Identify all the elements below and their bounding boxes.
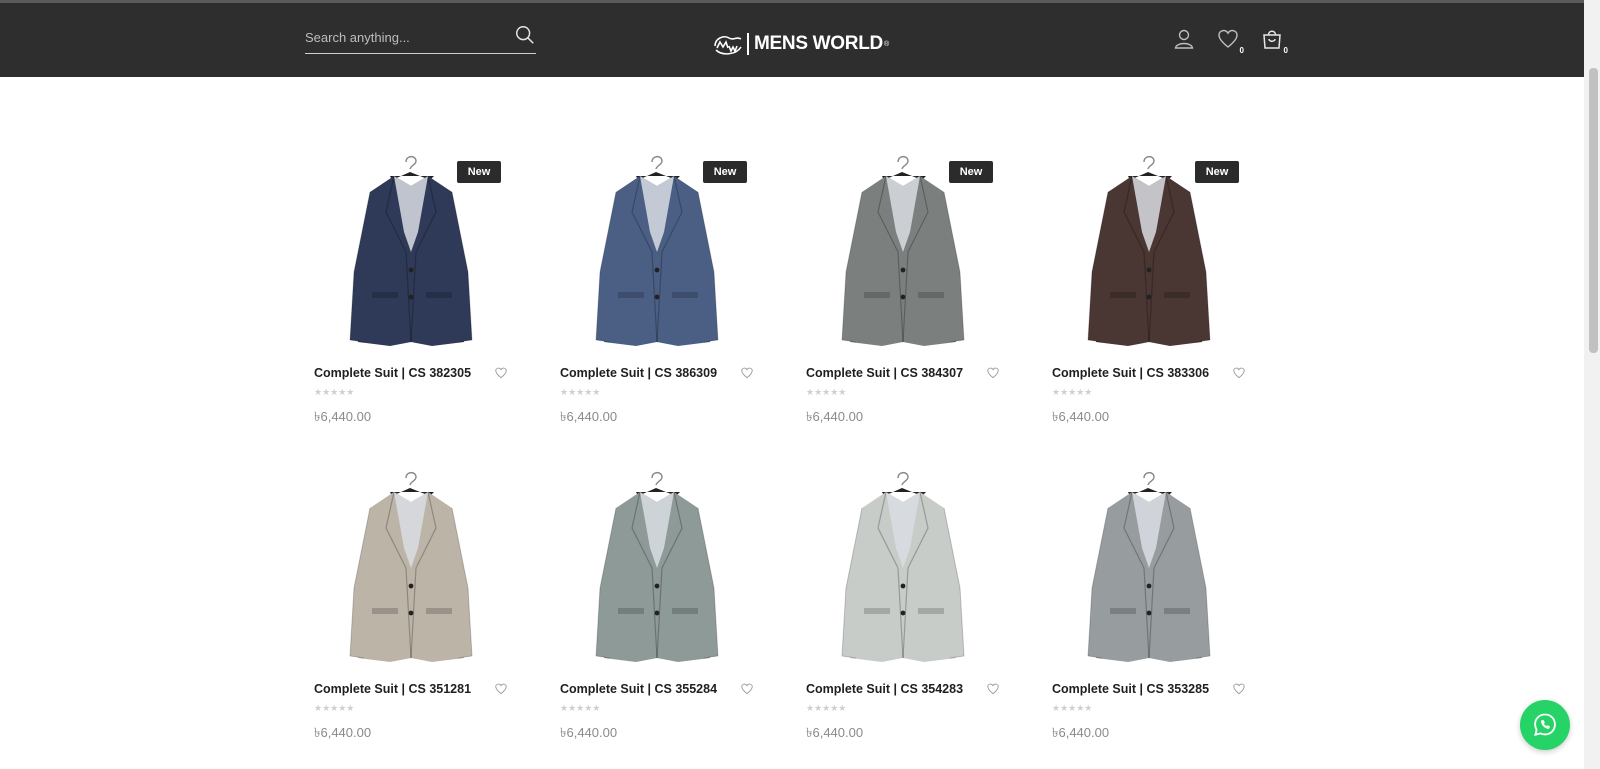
product-price: ৳6,440.00 [1052, 409, 1110, 424]
heart-icon [1218, 29, 1238, 48]
rating-stars: ★★★★★ [560, 388, 601, 398]
product-card[interactable]: New Complete Suit | CS 386309 ★★★★★ ৳6,4… [560, 152, 780, 442]
product-price: ৳6,440.00 [560, 409, 618, 424]
product-title[interactable]: Complete Suit | CS 382305 [314, 366, 494, 380]
heart-icon[interactable] [740, 366, 755, 381]
search-icon[interactable] [514, 24, 536, 46]
whatsapp-chat-button[interactable] [1520, 700, 1570, 750]
product-title[interactable]: Complete Suit | CS 384307 [806, 366, 986, 380]
rating-stars: ★★★★★ [1052, 704, 1093, 714]
wishlist-count-badge: 0 [1239, 46, 1244, 55]
new-badge: New [1195, 161, 1239, 183]
heart-icon[interactable] [740, 682, 755, 697]
new-badge: New [949, 161, 993, 183]
rating-stars: ★★★★★ [1052, 388, 1093, 398]
site-logo[interactable]: MENS WORLD ® [712, 29, 889, 59]
rating-stars: ★★★★★ [806, 704, 847, 714]
product-image[interactable] [806, 468, 1006, 668]
product-title[interactable]: Complete Suit | CS 383306 [1052, 366, 1232, 380]
rating-stars: ★★★★★ [314, 388, 355, 398]
product-card[interactable]: New Complete Suit | CS 384307 ★★★★★ ৳6,4… [806, 152, 1026, 442]
account-button[interactable] [1172, 27, 1198, 53]
product-title[interactable]: Complete Suit | CS 353285 [1052, 682, 1232, 696]
product-price: ৳6,440.00 [806, 409, 864, 424]
logo-text: MENS WORLD [754, 33, 883, 54]
product-price: ৳6,440.00 [314, 725, 372, 740]
product-title[interactable]: Complete Suit | CS 386309 [560, 366, 740, 380]
logo-mark-icon [714, 36, 742, 55]
search-input[interactable] [305, 25, 505, 49]
wishlist-button[interactable]: 0 [1216, 27, 1244, 55]
rating-stars: ★★★★★ [560, 704, 601, 714]
logo-divider [747, 33, 749, 55]
product-listing-page: MENS WORLD ® 0 0 [0, 0, 1600, 769]
whatsapp-icon [1534, 713, 1556, 736]
product-image[interactable] [560, 468, 760, 668]
logo-registered: ® [883, 40, 890, 48]
scrollbar-thumb[interactable] [1589, 68, 1598, 353]
cart-count-badge: 0 [1283, 46, 1288, 55]
product-image[interactable] [1052, 468, 1252, 668]
rating-stars: ★★★★★ [806, 388, 847, 398]
product-price: ৳6,440.00 [560, 725, 618, 740]
product-card[interactable]: Complete Suit | CS 354283 ★★★★★ ৳6,440.0… [806, 468, 1026, 758]
new-badge: New [457, 161, 501, 183]
product-title[interactable]: Complete Suit | CS 351281 [314, 682, 494, 696]
user-icon [1174, 29, 1194, 49]
heart-icon[interactable] [986, 682, 1001, 697]
heart-icon[interactable] [1232, 366, 1247, 381]
search-bar [305, 21, 536, 54]
rating-stars: ★★★★★ [314, 704, 355, 714]
product-card[interactable]: Complete Suit | CS 351281 ★★★★★ ৳6,440.0… [314, 468, 534, 758]
product-card[interactable]: New Complete Suit | CS 383306 ★★★★★ ৳6,4… [1052, 152, 1272, 442]
product-price: ৳6,440.00 [1052, 725, 1110, 740]
shopping-bag-icon [1263, 30, 1281, 49]
product-title[interactable]: Complete Suit | CS 355284 [560, 682, 740, 696]
product-card[interactable]: Complete Suit | CS 355284 ★★★★★ ৳6,440.0… [560, 468, 780, 758]
heart-icon[interactable] [494, 682, 509, 697]
site-header: MENS WORLD ® 0 0 [0, 3, 1584, 77]
product-price: ৳6,440.00 [314, 409, 372, 424]
heart-icon[interactable] [494, 366, 509, 381]
product-title[interactable]: Complete Suit | CS 354283 [806, 682, 986, 696]
heart-icon[interactable] [1232, 682, 1247, 697]
product-price: ৳6,440.00 [806, 725, 864, 740]
product-card[interactable]: Complete Suit | CS 353285 ★★★★★ ৳6,440.0… [1052, 468, 1272, 758]
heart-icon[interactable] [986, 366, 1001, 381]
product-card[interactable]: New Complete Suit | CS 382305 ★★★★★ ৳6,4… [314, 152, 534, 442]
cart-button[interactable]: 0 [1260, 27, 1288, 55]
product-image[interactable] [314, 468, 514, 668]
new-badge: New [703, 161, 747, 183]
